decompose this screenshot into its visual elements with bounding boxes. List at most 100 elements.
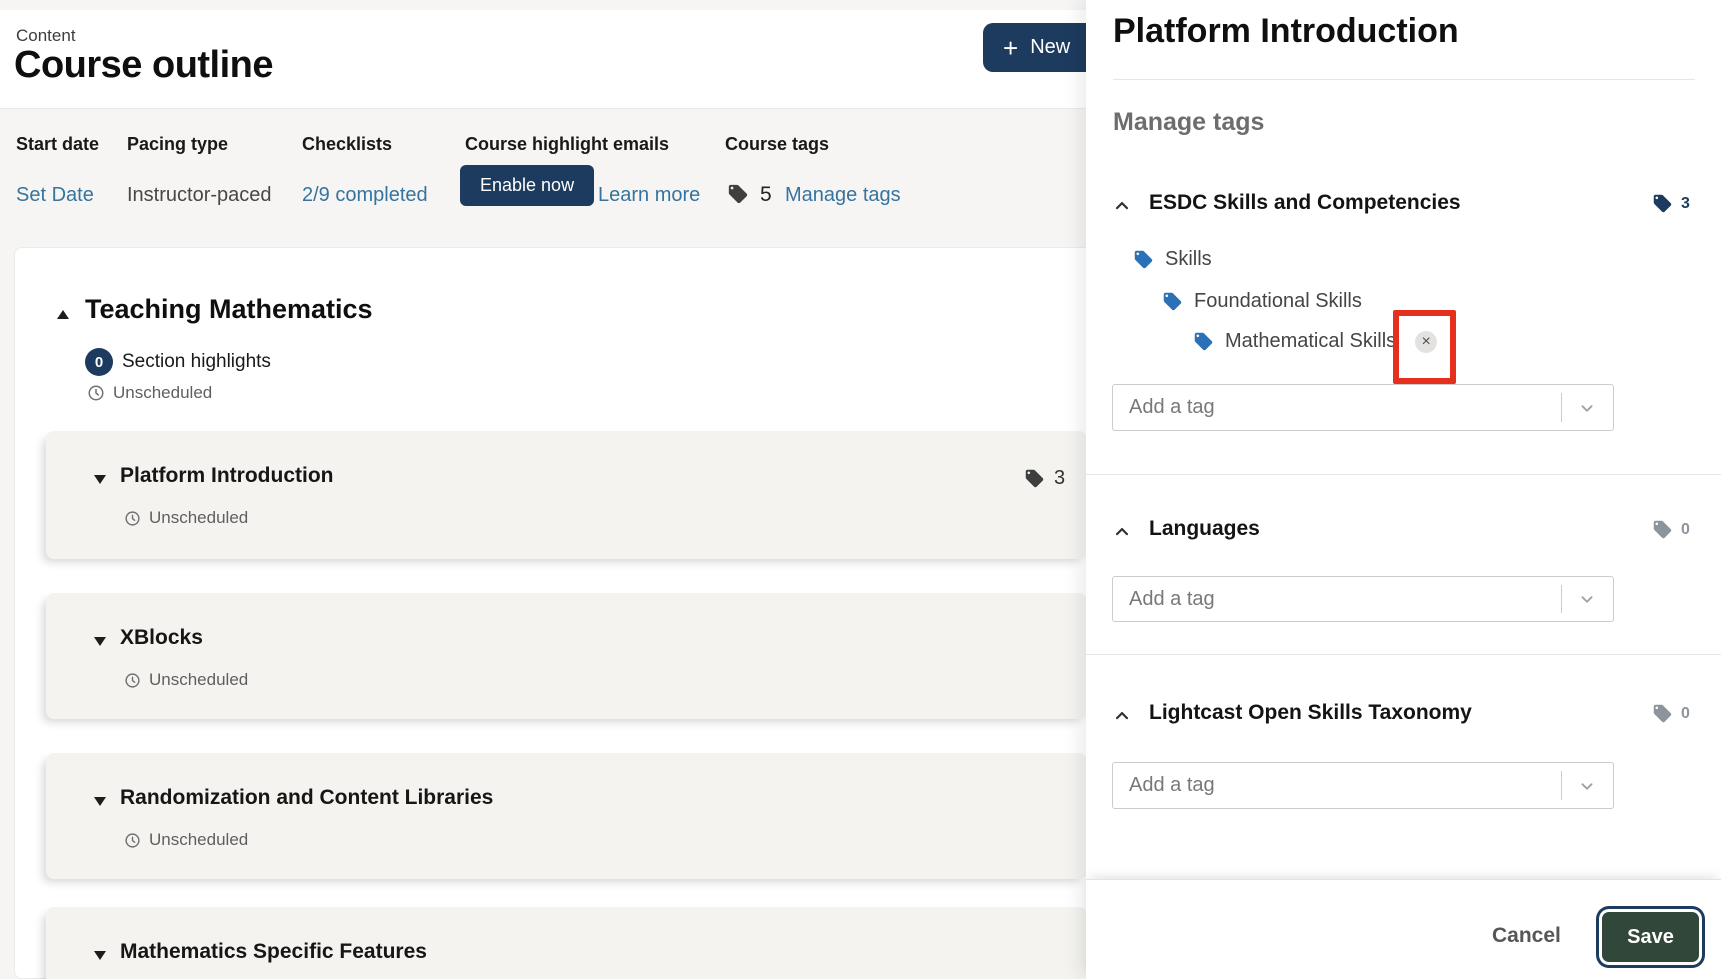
taxonomy-name: Lightcast Open Skills Taxonomy xyxy=(1149,701,1472,725)
drawer-title: Platform Introduction xyxy=(1113,12,1459,51)
section-highlights-button[interactable]: Section highlights xyxy=(122,351,271,373)
subsection-schedule: Unscheduled xyxy=(124,508,248,528)
drawer-footer: Cancel Save xyxy=(1086,879,1721,979)
subsection-tag-count-button[interactable]: 3 xyxy=(1024,467,1065,490)
section-title: Teaching Mathematics xyxy=(85,294,373,325)
applied-tag-label: Mathematical Skills xyxy=(1225,330,1396,353)
dropdown-toggle[interactable] xyxy=(1561,577,1613,621)
course-outline-card: Teaching Mathematics 0 Section highlight… xyxy=(14,247,1086,979)
chevron-up-icon xyxy=(1112,196,1132,216)
new-section-button[interactable]: + New xyxy=(983,23,1086,72)
manage-tags-link[interactable]: Manage tags xyxy=(785,184,901,207)
add-tag-field xyxy=(1112,576,1614,622)
taxonomy-collapse-button[interactable] xyxy=(1110,194,1134,218)
subsection-card-math-features: Mathematics Specific Features xyxy=(46,907,1086,979)
new-button-label: New xyxy=(1030,36,1070,59)
subsection-schedule: Unscheduled xyxy=(124,670,248,690)
set-date-link[interactable]: Set Date xyxy=(16,184,94,207)
checklists-label: Checklists xyxy=(302,134,392,155)
applied-tag-label: Skills xyxy=(1165,248,1212,271)
add-tag-field xyxy=(1112,384,1614,431)
course-tags-label: Course tags xyxy=(725,134,829,155)
tag-icon xyxy=(1133,249,1154,270)
expand-subsection-caret-icon[interactable] xyxy=(94,637,106,646)
taxonomy-tag-count: 0 xyxy=(1652,703,1690,724)
applied-tag: Mathematical Skills × xyxy=(1193,330,1437,353)
cancel-button[interactable]: Cancel xyxy=(1486,923,1567,949)
page-title: Course outline xyxy=(14,44,273,87)
add-tag-input[interactable] xyxy=(1113,577,1561,621)
clock-icon xyxy=(87,384,105,402)
schedule-status: Unscheduled xyxy=(149,508,248,528)
add-tag-field xyxy=(1112,762,1614,809)
chevron-down-icon xyxy=(1576,588,1598,610)
subsection-schedule: Unscheduled xyxy=(124,830,248,850)
dropdown-toggle[interactable] xyxy=(1561,763,1613,808)
subsection-title: Platform Introduction xyxy=(120,464,334,488)
taxonomy-name: Languages xyxy=(1149,517,1260,541)
pacing-type-value: Instructor-paced xyxy=(127,184,272,207)
subsection-card-xblocks: XBlocks Unscheduled xyxy=(46,593,1086,719)
add-tag-input[interactable] xyxy=(1113,763,1561,808)
plus-icon: + xyxy=(1003,35,1018,61)
remove-tag-button[interactable]: × xyxy=(1415,331,1437,353)
applied-tag: Skills xyxy=(1133,248,1212,271)
tag-icon xyxy=(1024,468,1045,489)
section-highlights-badge: 0 xyxy=(85,348,113,376)
tag-icon xyxy=(1162,291,1183,312)
save-button[interactable]: Save xyxy=(1602,912,1699,962)
taxonomy-tag-count: 3 xyxy=(1652,193,1690,214)
schedule-status: Unscheduled xyxy=(149,830,248,850)
schedule-status: Unscheduled xyxy=(149,670,248,690)
page-header: Content Course outline xyxy=(0,10,1086,109)
chevron-up-icon xyxy=(1112,522,1132,542)
enable-now-button[interactable]: Enable now xyxy=(460,165,594,206)
applied-tag-label: Foundational Skills xyxy=(1194,290,1362,313)
applied-tag: Foundational Skills xyxy=(1162,290,1362,313)
expand-subsection-caret-icon[interactable] xyxy=(94,475,106,484)
chevron-down-icon xyxy=(1576,397,1598,419)
divider xyxy=(1113,79,1695,80)
clock-icon xyxy=(124,510,141,527)
tag-icon xyxy=(727,182,749,205)
tag-icon xyxy=(1652,703,1673,724)
pacing-type-label: Pacing type xyxy=(127,134,228,155)
chevron-down-icon xyxy=(1576,775,1598,797)
clock-icon xyxy=(124,672,141,689)
subsection-card-platform-introduction: Platform Introduction 3 Unscheduled xyxy=(46,431,1086,559)
course-outline-page: Content Course outline + New Start date … xyxy=(0,0,1086,979)
tag-icon xyxy=(1193,331,1214,352)
schedule-status: Unscheduled xyxy=(113,383,212,403)
divider xyxy=(1086,474,1721,475)
highlight-emails-label: Course highlight emails xyxy=(465,134,669,155)
subsection-tag-count: 3 xyxy=(1054,467,1065,490)
subsection-title: Mathematics Specific Features xyxy=(120,940,427,964)
checklists-link[interactable]: 2/9 completed xyxy=(302,184,428,207)
breadcrumb: Content xyxy=(16,26,76,46)
manage-tags-drawer: Platform Introduction Manage tags ESDC S… xyxy=(1086,0,1721,979)
chevron-up-icon xyxy=(1112,706,1132,726)
close-icon: × xyxy=(1422,334,1431,350)
course-meta-bar: Start date Pacing type Checklists Course… xyxy=(0,120,1086,230)
divider xyxy=(1086,654,1721,655)
collapse-section-caret-icon[interactable] xyxy=(57,310,69,319)
tag-icon xyxy=(1652,193,1673,214)
dropdown-toggle[interactable] xyxy=(1561,385,1613,430)
taxonomy-name: ESDC Skills and Competencies xyxy=(1149,191,1461,215)
expand-subsection-caret-icon[interactable] xyxy=(94,797,106,806)
subsection-title: Randomization and Content Libraries xyxy=(120,786,493,810)
course-tag-count: 5 xyxy=(760,183,772,207)
clock-icon xyxy=(124,832,141,849)
subsection-title: XBlocks xyxy=(120,626,203,650)
taxonomy-collapse-button[interactable] xyxy=(1110,704,1134,728)
subsection-card-randomization: Randomization and Content Libraries Unsc… xyxy=(46,753,1086,879)
manage-tags-heading: Manage tags xyxy=(1113,108,1264,137)
taxonomy-collapse-button[interactable] xyxy=(1110,520,1134,544)
learn-more-link[interactable]: Learn more xyxy=(598,184,700,207)
section-schedule: Unscheduled xyxy=(87,383,212,403)
add-tag-input[interactable] xyxy=(1113,385,1561,430)
tag-icon xyxy=(1652,519,1673,540)
expand-subsection-caret-icon[interactable] xyxy=(94,951,106,960)
taxonomy-tag-count: 0 xyxy=(1652,519,1690,540)
start-date-label: Start date xyxy=(16,134,99,155)
